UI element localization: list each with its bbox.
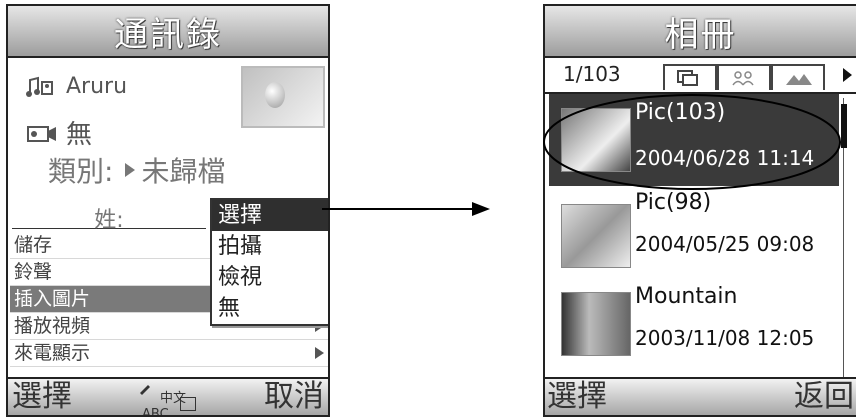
pen-icon [140, 385, 150, 395]
softkey-select[interactable]: 選擇 [12, 379, 72, 415]
album-item[interactable]: Pic(98) 2004/05/25 09:08 [549, 190, 839, 282]
tab-landscape[interactable] [771, 64, 825, 90]
contact-photo-placeholder[interactable] [241, 66, 325, 128]
submenu-arrow-icon [315, 347, 324, 359]
album-tab-bar: 1/103 [545, 58, 856, 94]
category-row[interactable]: 類別: 未歸檔 [48, 150, 225, 190]
popup-option-select[interactable]: 選擇 [212, 200, 328, 231]
landscape-icon [786, 74, 812, 85]
balloon-image-icon [265, 82, 285, 108]
all-photos-icon [677, 70, 698, 86]
album-item-date: 2003/11/08 12:05 [635, 326, 815, 350]
left-softkey-bar: 選擇 中文 ABC 取消 [8, 377, 328, 415]
category-value: 未歸檔 [141, 155, 226, 188]
popup-option-view[interactable]: 檢視 [212, 262, 328, 293]
album-item-date: 2004/05/25 09:08 [635, 232, 815, 256]
photo-thumbnail [561, 204, 631, 268]
menu-item-label: 插入圖片 [14, 288, 91, 310]
album-item-title: Pic(103) [635, 100, 726, 125]
menu-item-label: 鈴聲 [14, 261, 53, 283]
video-row[interactable]: 無 [26, 114, 92, 151]
popup-option-none[interactable]: 無 [212, 293, 328, 324]
album-item[interactable]: Mountain 2003/11/08 12:05 [549, 278, 839, 370]
triangle-right-icon [125, 163, 136, 177]
contacts-screen: 通訊錄 Aruru 無 類別: 未歸檔 姓: 儲存 鈴聲 插入圖片 播放視頻 來… [6, 4, 330, 417]
category-label: 類別: [48, 155, 114, 188]
softkey-cancel[interactable]: 取消 [264, 379, 324, 415]
ringtone-row[interactable]: Aruru [26, 74, 127, 99]
photo-counter: 1/103 [563, 62, 621, 86]
popup-option-capture[interactable]: 拍攝 [212, 231, 328, 262]
tab-all-photos[interactable] [663, 64, 717, 90]
menu-item-label: 播放視頻 [14, 315, 91, 337]
transition-arrow [322, 202, 490, 216]
photo-thumbnail [561, 292, 631, 356]
input-mode-abc: ABC [142, 407, 169, 417]
insert-picture-popup: 選擇 拍攝 檢視 無 [210, 198, 328, 326]
photo-thumbnail [561, 108, 631, 172]
menu-item-caller-id[interactable]: 來電顯示 [10, 340, 328, 367]
menu-item-label: 儲存 [14, 234, 53, 256]
tab-people[interactable] [717, 64, 771, 90]
album-title: 相冊 [545, 6, 856, 58]
right-softkey-bar: 選擇 返回 [545, 377, 856, 415]
album-screen: 相冊 1/103 Pic(103) 2004/06/28 11:14 Pic(9… [543, 4, 856, 417]
contact-name: Aruru [66, 74, 128, 99]
album-item-title: Pic(98) [635, 190, 712, 215]
album-item-date: 2004/06/28 11:14 [635, 146, 815, 170]
scrollbar-thumb[interactable] [841, 104, 847, 148]
album-scrollbar[interactable] [841, 98, 850, 378]
people-icon [732, 71, 754, 86]
music-note-icon [26, 76, 53, 97]
album-item-title: Mountain [635, 284, 738, 309]
softkey-select[interactable]: 選擇 [547, 379, 607, 415]
album-item[interactable]: Pic(103) 2004/06/28 11:14 [549, 94, 839, 186]
keypad-icon [180, 397, 196, 411]
video-camera-icon [27, 125, 56, 142]
softkey-back[interactable]: 返回 [794, 379, 854, 415]
input-mode-indicator: 中文 ABC [138, 381, 206, 417]
video-value: 無 [66, 120, 93, 150]
contacts-title: 通訊錄 [8, 6, 328, 58]
tab-next-arrow-icon[interactable] [843, 68, 852, 82]
surname-field[interactable]: 姓: [12, 202, 206, 233]
menu-item-label: 來電顯示 [14, 342, 91, 364]
